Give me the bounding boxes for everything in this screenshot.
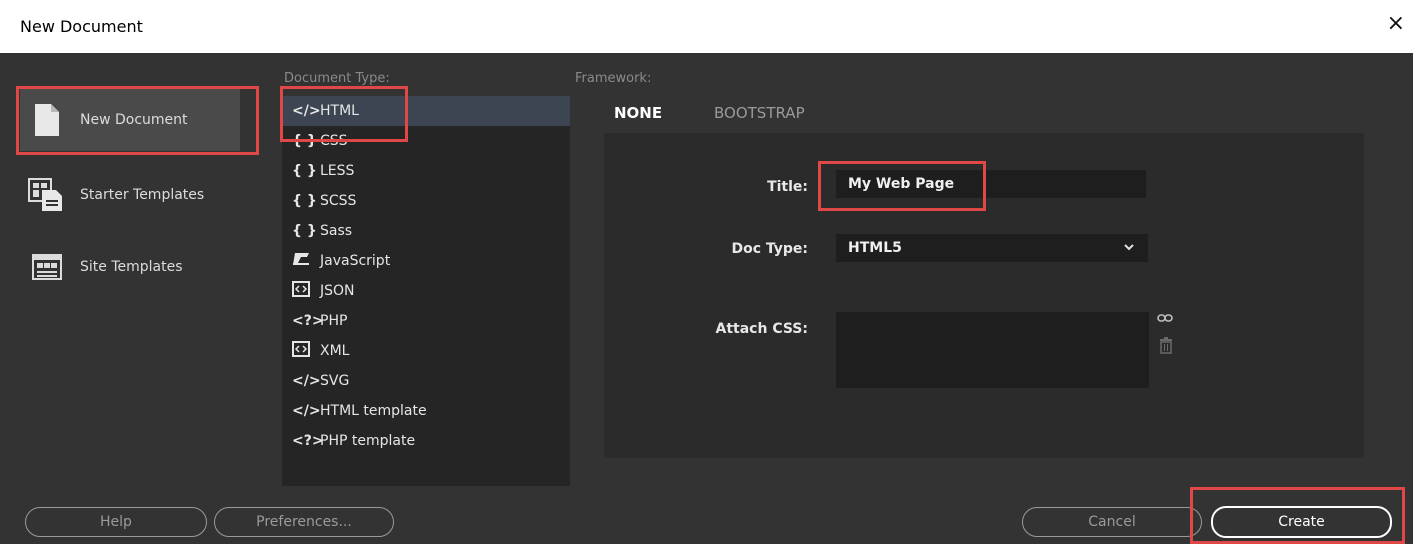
braces-icon: { } <box>292 133 317 149</box>
window-title: New Document <box>20 17 143 36</box>
title-label: Title: <box>767 179 808 195</box>
braces-icon: { } <box>292 223 317 239</box>
doctype-label: SCSS <box>320 193 357 209</box>
doctype-item-svg[interactable]: </> SVG <box>282 366 570 396</box>
doctype-item-scss[interactable]: { } SCSS <box>282 186 570 216</box>
doctype-item-css[interactable]: { } CSS <box>282 126 570 156</box>
bracket-file-icon <box>292 281 320 301</box>
category-new-document[interactable]: New Document <box>20 89 240 151</box>
doctype-label: JavaScript <box>320 253 391 269</box>
braces-icon: { } <box>292 163 317 179</box>
document-type-label: Document Type: <box>284 71 390 86</box>
doctype-item-html[interactable]: </> HTML <box>282 96 570 126</box>
doctype-item-xml[interactable]: XML <box>282 336 570 366</box>
category-site-templates[interactable]: Site Templates <box>20 236 240 298</box>
attach-css-label: Attach CSS: <box>715 321 808 337</box>
doc-type-value: HTML5 <box>848 240 902 256</box>
framework-label: Framework: <box>575 71 652 86</box>
new-document-dialog: New Document Starter Templates Site Temp… <box>0 53 1413 544</box>
cancel-button[interactable]: Cancel <box>1022 507 1202 537</box>
page-icon <box>28 100 66 140</box>
doctype-item-html-template[interactable]: </> HTML template <box>282 396 570 426</box>
doctype-label: CSS <box>320 133 348 149</box>
chevron-down-icon <box>1124 244 1134 251</box>
site-templates-icon <box>28 247 66 287</box>
doctype-label: PHP template <box>320 433 416 449</box>
document-type-list[interactable]: </> HTML { } CSS { } LESS { } SCSS { } Sass J… <box>282 96 570 486</box>
title-input[interactable]: My Web Page <box>836 170 1146 198</box>
category-label: New Document <box>80 112 188 128</box>
doctype-item-less[interactable]: { } LESS <box>282 156 570 186</box>
tab-bootstrap[interactable]: BOOTSTRAP <box>714 104 805 122</box>
braces-icon: { } <box>292 193 317 209</box>
javascript-icon <box>292 252 320 270</box>
doctype-item-sass[interactable]: { } Sass <box>282 216 570 246</box>
code-icon: </> <box>292 103 321 119</box>
doctype-label: HTML <box>320 103 359 119</box>
window-titlebar: New Document × <box>0 0 1413 53</box>
doctype-label: HTML template <box>320 403 427 419</box>
help-button[interactable]: Help <box>25 507 207 537</box>
create-button[interactable]: Create <box>1211 506 1392 538</box>
doctype-label: JSON <box>320 283 355 299</box>
category-label: Starter Templates <box>80 187 205 203</box>
doctype-label: SVG <box>320 373 350 389</box>
doctype-label: XML <box>320 343 350 359</box>
doc-type-select[interactable]: HTML5 <box>836 234 1148 262</box>
doctype-label: LESS <box>320 163 355 179</box>
doctype-label: PHP <box>320 313 348 329</box>
bracket-file-icon <box>292 341 320 361</box>
doc-type-label: Doc Type: <box>731 241 808 257</box>
tab-none[interactable]: NONE <box>614 104 662 122</box>
doctype-item-php-template[interactable]: <?> PHP template <box>282 426 570 456</box>
attach-css-list[interactable] <box>836 312 1149 388</box>
link-icon[interactable] <box>1157 312 1173 328</box>
code-icon: </> <box>292 373 321 389</box>
doctype-item-javascript[interactable]: JavaScript <box>282 246 570 276</box>
close-icon[interactable]: × <box>1387 13 1405 35</box>
php-icon: <?> <box>292 313 324 329</box>
code-icon: </> <box>292 403 321 419</box>
category-label: Site Templates <box>80 259 183 275</box>
starter-templates-icon <box>28 175 66 215</box>
php-icon: <?> <box>292 433 324 449</box>
preferences-button[interactable]: Preferences... <box>214 507 394 537</box>
trash-icon[interactable] <box>1159 336 1173 358</box>
doctype-item-php[interactable]: <?> PHP <box>282 306 570 336</box>
doctype-label: Sass <box>320 223 353 239</box>
doctype-item-json[interactable]: JSON <box>282 276 570 306</box>
category-starter-templates[interactable]: Starter Templates <box>20 164 240 226</box>
